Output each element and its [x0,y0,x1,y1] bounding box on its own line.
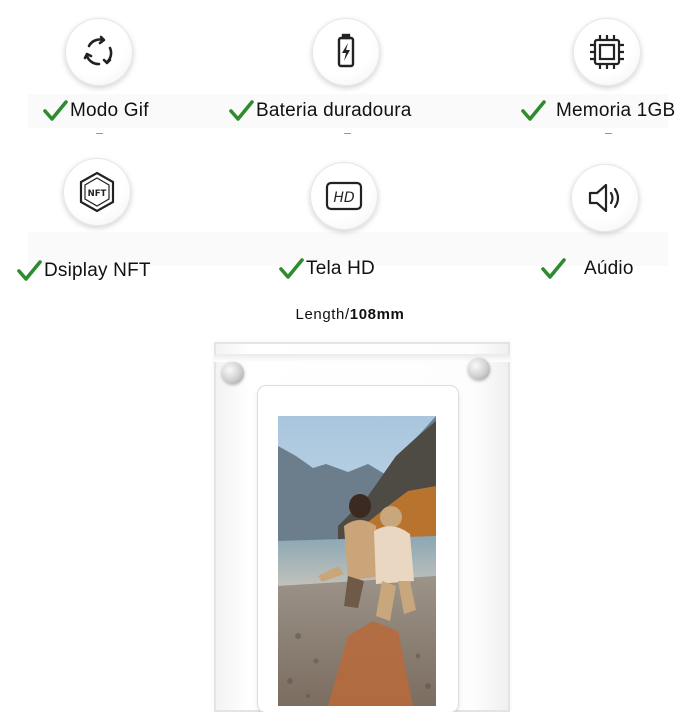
feature-label: Bateria duradoura [256,100,412,121]
check-icon [541,258,566,279]
feature-label: Dsiplay NFT [44,260,151,281]
feature-bateria: Bateria duradoura [229,0,466,150]
feature-label-row: Tela HD [278,256,375,282]
chip-icon [573,18,641,86]
check-icon [43,100,68,121]
screen-bezel [258,386,458,712]
battery-charging-icon [312,18,380,86]
feature-modo-gif: Modo Gif [0,0,233,150]
mounting-pin [222,362,244,384]
divider [344,133,351,134]
svg-text:HD: HD [333,190,355,206]
feature-memoria: Memoria 1GB [466,0,699,150]
acrylic-top-edge [214,354,510,362]
check-icon [17,260,42,281]
feature-label: Tela HD [306,258,375,279]
speaker-icon [571,164,639,232]
feature-label-row: Dsiplay NFT [16,258,151,284]
svg-text:NFT: NFT [88,189,107,199]
check-icon [229,100,254,121]
feature-label-row: Modo Gif [42,98,149,124]
check-icon [521,100,546,121]
check-icon [279,258,304,279]
feature-nft: NFT Dsiplay NFT [0,150,233,300]
feature-label-row: Memoria 1GB [520,98,675,124]
dimension-value: 108mm [349,306,405,323]
feature-audio: Aúdio [466,150,699,300]
feature-label: Aúdio [584,258,634,279]
nft-hexagon-icon: NFT [63,158,131,226]
divider [96,133,103,134]
feature-label: Modo Gif [70,100,149,121]
divider [605,133,612,134]
mounting-pin [468,358,490,380]
feature-label: Memoria 1GB [556,100,676,121]
feature-tela-hd: HD Tela HD [233,150,466,300]
acrylic-frame [214,342,510,712]
refresh-cycle-icon [65,18,133,86]
photo-display [278,416,436,706]
landscape-photo [278,416,436,706]
hd-screen-icon: HD [310,162,378,230]
dimension-label: Length/108mm [0,306,700,323]
feature-label-row: Bateria duradoura [228,98,412,124]
dimension-prefix: Length/ [295,306,350,323]
feature-label-row: Aúdio [540,256,634,282]
